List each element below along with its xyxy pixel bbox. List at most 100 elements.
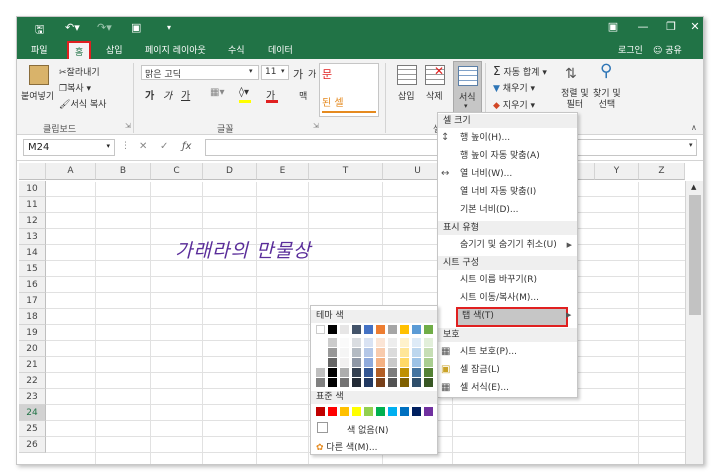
autosum-button[interactable]: Σ 자동 합계 ▾ — [493, 64, 547, 78]
scroll-thumb[interactable] — [689, 195, 701, 315]
theme-color-swatch[interactable] — [364, 368, 373, 377]
theme-color-swatch[interactable] — [316, 338, 325, 347]
camera-icon[interactable]: ▣ — [131, 21, 141, 34]
tab-insert[interactable]: 삽입 — [106, 43, 123, 56]
theme-color-swatch[interactable] — [388, 368, 397, 377]
cut-button[interactable]: ✂잘라내기 — [59, 65, 100, 78]
theme-color-swatch[interactable] — [316, 378, 325, 387]
sort-filter-button[interactable]: 정렬 및 필터 — [561, 89, 589, 111]
row-header[interactable]: 25 — [19, 421, 46, 437]
no-color-option[interactable]: 색 없음(N) — [347, 423, 388, 436]
theme-color-swatch[interactable] — [376, 325, 385, 334]
theme-color-swatch[interactable] — [364, 358, 373, 367]
save-icon[interactable]: 🖫 — [35, 21, 44, 40]
theme-color-swatch[interactable] — [364, 325, 373, 334]
menu-item-autofit-row[interactable]: 행 높이 자동 맞춤(A) — [438, 147, 577, 165]
border-icon[interactable]: ▦▾ — [210, 87, 224, 98]
row-header[interactable]: 19 — [19, 325, 46, 341]
theme-color-swatch[interactable] — [352, 338, 361, 347]
theme-color-swatch[interactable] — [340, 358, 349, 367]
standard-color-swatch[interactable] — [388, 407, 397, 416]
name-box[interactable]: M24 ▾ — [23, 139, 115, 156]
no-color-swatch[interactable] — [317, 422, 328, 433]
insert-cells-icon[interactable] — [397, 65, 417, 85]
tab-formulas[interactable]: 수식 — [228, 43, 245, 56]
theme-color-swatch[interactable] — [328, 368, 337, 377]
theme-color-swatch[interactable] — [388, 325, 397, 334]
redo-icon[interactable]: ↷▾ — [97, 21, 112, 34]
row-header[interactable]: 20 — [19, 341, 46, 357]
theme-color-swatch[interactable] — [316, 325, 325, 334]
italic-button[interactable]: 가 — [163, 87, 172, 102]
standard-color-swatch[interactable] — [412, 407, 421, 416]
copy-button[interactable]: ❐복사 ▾ — [59, 81, 91, 94]
scroll-up-icon[interactable]: ▲ — [691, 183, 696, 191]
font-name-box[interactable]: 맑은 고딕 ▾ — [141, 65, 259, 80]
theme-color-swatch[interactable] — [376, 378, 385, 387]
format-button-selected[interactable]: 서식 ▾ — [453, 61, 482, 119]
tab-home[interactable]: 홈 — [67, 41, 92, 59]
column-header[interactable]: E — [257, 163, 309, 180]
row-header[interactable]: 15 — [19, 261, 46, 277]
menu-item-autofit-column[interactable]: 열 너비 자동 맞춤(I) — [438, 183, 577, 201]
menu-item-hide-unhide[interactable]: 숨기기 및 숨기기 취소(U) ▶ — [438, 236, 577, 254]
theme-color-swatch[interactable] — [424, 325, 433, 334]
theme-color-swatch[interactable] — [412, 325, 421, 334]
find-select-button[interactable]: 찾기 및 선택 — [593, 89, 621, 111]
theme-color-swatch[interactable] — [400, 378, 409, 387]
menu-item-tab-color[interactable]: 탭 색(T) — [456, 307, 568, 327]
theme-color-swatch[interactable] — [376, 338, 385, 347]
theme-color-swatch[interactable] — [316, 348, 325, 357]
close-icon[interactable]: ✕ — [685, 20, 703, 33]
theme-color-swatch[interactable] — [400, 325, 409, 334]
theme-color-swatch[interactable] — [328, 348, 337, 357]
row-header-current[interactable]: 24 — [19, 405, 46, 421]
login-link[interactable]: 로그인 — [618, 43, 643, 56]
row-header[interactable]: 21 — [19, 357, 46, 373]
row-header[interactable]: 10 — [19, 181, 46, 197]
theme-color-swatch[interactable] — [364, 348, 373, 357]
standard-color-swatch[interactable] — [364, 407, 373, 416]
customize-qat-icon[interactable]: ▾ — [167, 23, 171, 32]
paste-button[interactable]: 붙여넣기 — [21, 89, 54, 102]
theme-color-swatch[interactable] — [328, 325, 337, 334]
underline-button[interactable]: 가 — [181, 87, 190, 102]
theme-color-swatch[interactable] — [424, 378, 433, 387]
menu-item-format-cells[interactable]: ▦ 셀 서식(E)... — [438, 379, 577, 397]
theme-color-swatch[interactable] — [364, 338, 373, 347]
theme-color-swatch[interactable] — [424, 368, 433, 377]
column-header[interactable]: C — [151, 163, 203, 180]
theme-color-swatch[interactable] — [352, 368, 361, 377]
theme-color-swatch[interactable] — [352, 358, 361, 367]
theme-color-swatch[interactable] — [400, 358, 409, 367]
theme-color-swatch[interactable] — [340, 325, 349, 334]
sort-filter-icon[interactable]: ⇅ — [565, 66, 577, 82]
expand-formula-icon[interactable]: ▾ — [689, 141, 693, 149]
theme-color-swatch[interactable] — [412, 378, 421, 387]
row-header[interactable]: 17 — [19, 293, 46, 309]
menu-item-default-width[interactable]: 기본 너비(D)... — [438, 201, 577, 219]
theme-color-swatch[interactable] — [424, 348, 433, 357]
theme-color-swatch[interactable] — [388, 358, 397, 367]
column-header[interactable]: B — [96, 163, 151, 180]
column-header[interactable]: A — [46, 163, 96, 180]
menu-item-protect-sheet[interactable]: ▦ 시트 보호(P)... — [438, 343, 577, 361]
share-button[interactable]: ☺ 공유 — [653, 43, 682, 56]
font-launcher-icon[interactable]: ⇲ — [313, 122, 319, 130]
theme-color-swatch[interactable] — [412, 358, 421, 367]
standard-color-swatch[interactable] — [340, 407, 349, 416]
minimize-icon[interactable]: — — [633, 20, 653, 33]
theme-color-swatch[interactable] — [364, 378, 373, 387]
theme-color-swatch[interactable] — [328, 378, 337, 387]
tab-data[interactable]: 데이터 — [268, 43, 293, 56]
fill-button[interactable]: ▼ 채우기 ▾ — [493, 81, 535, 94]
theme-color-swatch[interactable] — [400, 338, 409, 347]
paste-icon[interactable] — [29, 65, 49, 85]
insert-function-icon[interactable]: ƒx — [182, 141, 191, 152]
bold-button[interactable]: 가 — [145, 87, 154, 102]
clear-button[interactable]: ◆ 지우기 ▾ — [493, 98, 535, 111]
tab-file[interactable]: 파일 — [31, 43, 48, 56]
cell-styles-gallery[interactable]: 문 된 셀 — [319, 63, 379, 117]
font-size-box[interactable]: 11 ▾ — [261, 65, 289, 80]
column-header[interactable]: D — [203, 163, 257, 180]
